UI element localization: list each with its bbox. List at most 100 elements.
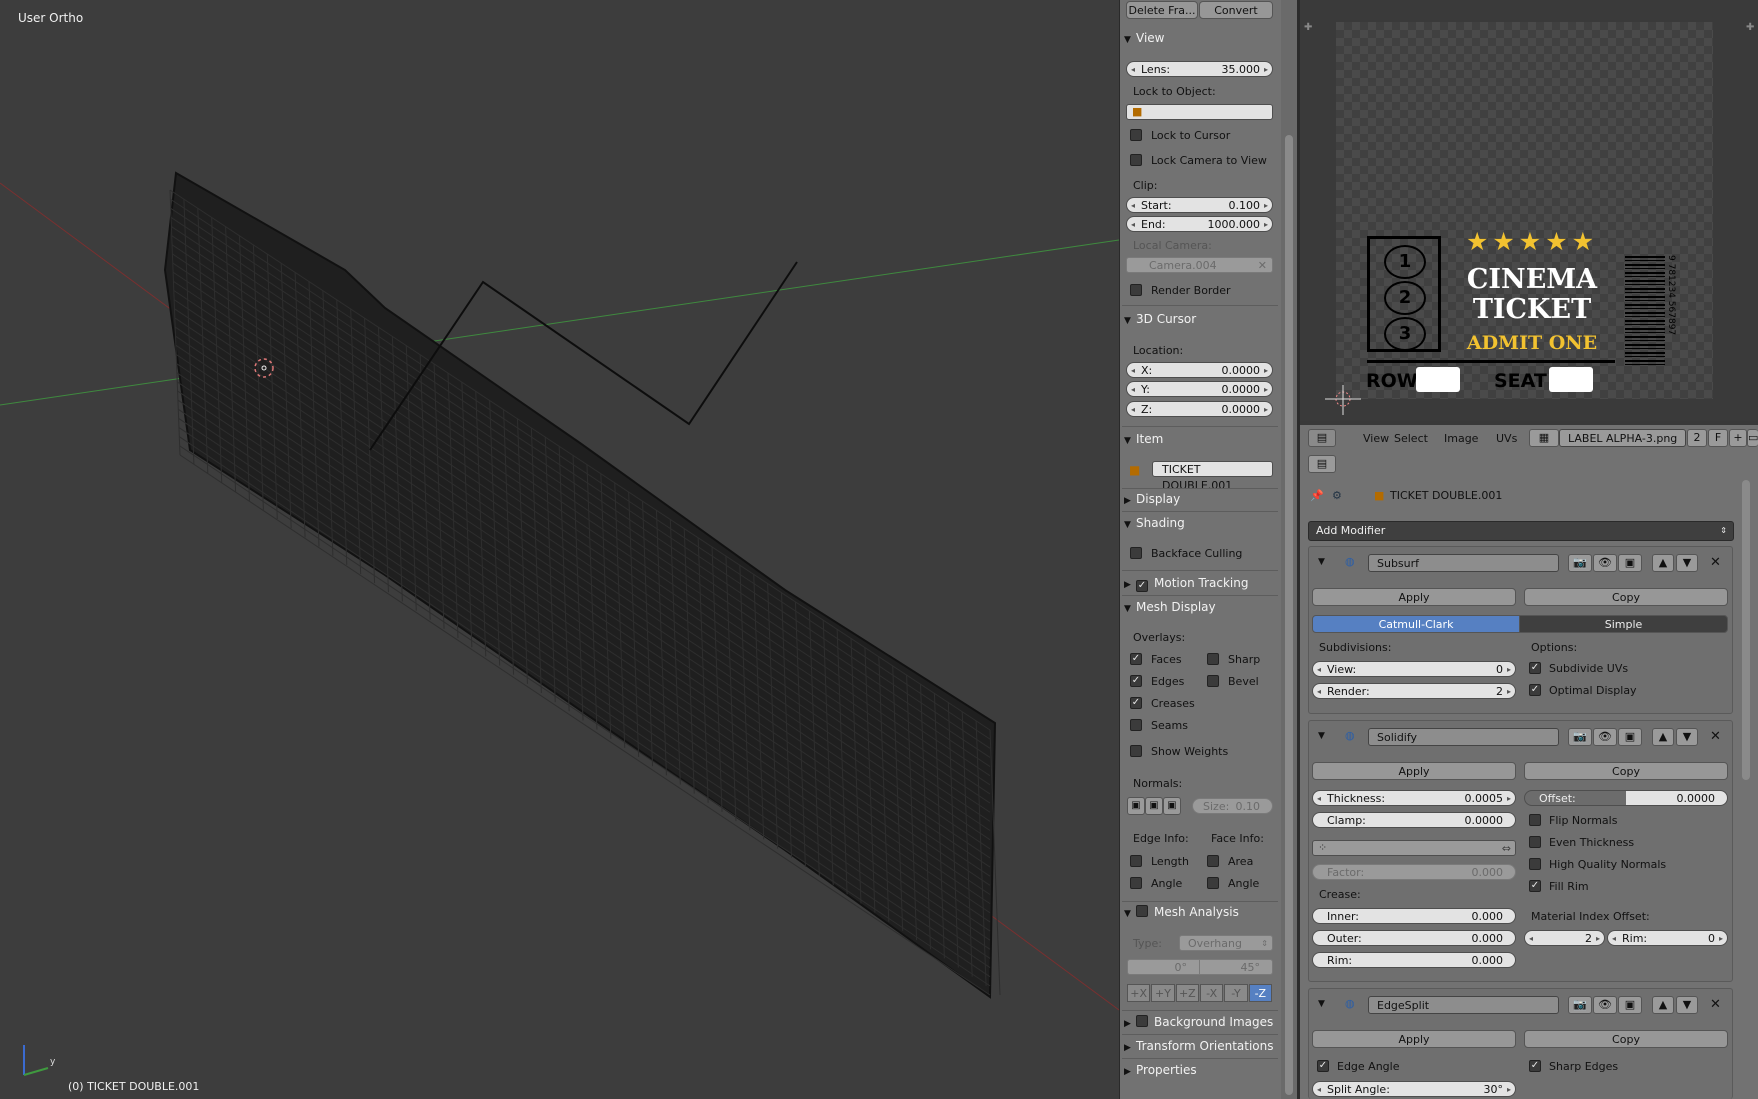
clear-icon[interactable]: ✕ bbox=[1258, 258, 1267, 274]
backface-culling-checkbox[interactable] bbox=[1130, 547, 1142, 559]
item-name-field[interactable]: TICKET DOUBLE.001 bbox=[1152, 461, 1273, 492]
axis-plusminus-x-button[interactable]: +X bbox=[1127, 984, 1151, 1002]
shelf-scroll-thumb[interactable] bbox=[1285, 135, 1293, 1095]
move-down-icon[interactable]: ▼ bbox=[1676, 996, 1698, 1014]
material-rim-offset-field[interactable]: ◂ Rim: 0 ▸ bbox=[1607, 930, 1728, 946]
menu-view[interactable]: View bbox=[1363, 432, 1389, 445]
edges-checkbox[interactable]: ✓ bbox=[1130, 675, 1142, 687]
show-weights-checkbox[interactable] bbox=[1130, 745, 1142, 757]
axis-plusminus-z-button[interactable]: +Z bbox=[1175, 984, 1199, 1002]
image-browse-icon[interactable]: ▦ bbox=[1529, 429, 1559, 447]
subsurf-view-field[interactable]: ◂ View: 0 ▸ bbox=[1312, 661, 1516, 677]
cursor-x-field[interactable]: ◂ X: 0.0000 ▸ bbox=[1126, 362, 1273, 378]
seams-checkbox[interactable] bbox=[1130, 719, 1142, 731]
editor-type-icon[interactable]: ▤ bbox=[1308, 455, 1336, 473]
edgesplit-apply-button[interactable]: Apply bbox=[1312, 1030, 1516, 1048]
face-normals-icon[interactable]: ▣ bbox=[1163, 797, 1181, 815]
lock-camera-checkbox[interactable] bbox=[1130, 154, 1142, 166]
clip-end-field[interactable]: ◂ End: 1000.000 ▸ bbox=[1126, 216, 1273, 232]
move-up-icon[interactable]: ▲ bbox=[1652, 728, 1674, 746]
outer-crease-field[interactable]: Outer: 0.000 bbox=[1312, 930, 1516, 946]
properties-scrollbar[interactable] bbox=[1742, 480, 1750, 780]
even-thickness-checkbox[interactable] bbox=[1529, 836, 1541, 848]
length-checkbox[interactable] bbox=[1130, 855, 1142, 867]
image-users-count[interactable]: 2 bbox=[1687, 429, 1707, 447]
cursor-z-field[interactable]: ◂ Z: 0.0000 ▸ bbox=[1126, 401, 1273, 417]
motion-tracking-header[interactable]: ▶ ✓ Motion Tracking bbox=[1124, 573, 1274, 593]
editmode-toggle-icon[interactable]: ▣ bbox=[1618, 996, 1642, 1014]
remove-modifier-icon[interactable]: ✕ bbox=[1710, 729, 1721, 744]
transform-orientations-header[interactable]: ▶ Transform Orientations bbox=[1124, 1036, 1274, 1056]
solidify-copy-button[interactable]: Copy bbox=[1524, 762, 1728, 780]
shading-panel-header[interactable]: ▼ Shading bbox=[1124, 513, 1274, 533]
edgesplit-copy-button[interactable]: Copy bbox=[1524, 1030, 1728, 1048]
factor-field[interactable]: Factor: 0.000 bbox=[1312, 864, 1516, 880]
image-name-field[interactable]: LABEL ALPHA-3.png bbox=[1559, 429, 1686, 447]
move-up-icon[interactable]: ▲ bbox=[1652, 996, 1674, 1014]
offset-slider[interactable]: Offset: 0.0000 bbox=[1524, 790, 1728, 806]
clamp-field[interactable]: Clamp: 0.0000 bbox=[1312, 812, 1516, 828]
lens-field[interactable]: ◂ Lens: 35.000 ▸ bbox=[1126, 61, 1273, 77]
creases-checkbox[interactable]: ✓ bbox=[1130, 697, 1142, 709]
new-image-icon[interactable]: + bbox=[1729, 429, 1747, 447]
view-panel-header[interactable]: ▼ View bbox=[1124, 28, 1274, 48]
local-camera-field[interactable]: Camera.004 ✕ bbox=[1126, 257, 1273, 273]
edge-angle-checkbox[interactable] bbox=[1130, 877, 1142, 889]
viewport-toggle-icon[interactable]: 👁 bbox=[1593, 728, 1617, 746]
subsurf-apply-button[interactable]: Apply bbox=[1312, 588, 1516, 606]
simple-tab[interactable]: Simple bbox=[1519, 615, 1728, 633]
collapse-triangle-icon[interactable]: ▼ bbox=[1318, 557, 1325, 567]
clip-start-field[interactable]: ◂ Start: 0.100 ▸ bbox=[1126, 197, 1273, 213]
edgesplit-name-field[interactable]: EdgeSplit bbox=[1368, 996, 1559, 1014]
analysis-type-dropdown[interactable]: Overhang ⇕ bbox=[1179, 935, 1273, 951]
convert-button[interactable]: Convert bbox=[1199, 1, 1273, 19]
display-panel-header[interactable]: ▶ Display bbox=[1124, 489, 1274, 509]
solidify-name-field[interactable]: Solidify bbox=[1368, 728, 1559, 746]
optimal-display-checkbox[interactable]: ✓ bbox=[1529, 684, 1541, 696]
faces-checkbox[interactable]: ✓ bbox=[1130, 653, 1142, 665]
shelf-scrollbar[interactable] bbox=[1281, 0, 1297, 1099]
fill-rim-checkbox[interactable]: ✓ bbox=[1529, 880, 1541, 892]
editor-type-icon[interactable]: ▤ bbox=[1308, 429, 1336, 447]
editmode-toggle-icon[interactable]: ▣ bbox=[1618, 554, 1642, 572]
remove-modifier-icon[interactable]: ✕ bbox=[1710, 555, 1721, 570]
lock-object-field[interactable]: ■ bbox=[1126, 104, 1273, 120]
subsurf-render-field[interactable]: ◂ Render: 2 ▸ bbox=[1312, 683, 1516, 699]
subsurf-name-field[interactable]: Subsurf bbox=[1368, 554, 1559, 572]
thickness-field[interactable]: ◂ Thickness: 0.0005 ▸ bbox=[1312, 790, 1516, 806]
move-up-icon[interactable]: ▲ bbox=[1652, 554, 1674, 572]
viewport-canvas[interactable] bbox=[0, 0, 1119, 1099]
vertex-normals-icon[interactable]: ▣ bbox=[1127, 797, 1145, 815]
axis-minus-z-button[interactable]: -Z bbox=[1248, 984, 1272, 1002]
catmull-clark-tab[interactable]: Catmull-Clark bbox=[1312, 615, 1520, 633]
face-angle-checkbox[interactable] bbox=[1207, 877, 1219, 889]
invert-icon[interactable]: ⇔ bbox=[1502, 841, 1511, 857]
axis-minus-y-button[interactable]: -Y bbox=[1224, 984, 1248, 1002]
mesh-analysis-checkbox[interactable] bbox=[1136, 905, 1148, 917]
high-quality-normals-checkbox[interactable] bbox=[1529, 858, 1541, 870]
lock-to-cursor-checkbox[interactable] bbox=[1130, 129, 1142, 141]
item-panel-header[interactable]: ▼ Item bbox=[1124, 429, 1274, 449]
render-toggle-icon[interactable]: 📷 bbox=[1568, 728, 1592, 746]
motion-tracking-checkbox[interactable]: ✓ bbox=[1136, 580, 1148, 592]
render-border-checkbox[interactable] bbox=[1130, 284, 1142, 296]
area-checkbox[interactable] bbox=[1207, 855, 1219, 867]
viewport-toggle-icon[interactable]: 👁 bbox=[1593, 996, 1617, 1014]
render-toggle-icon[interactable]: 📷 bbox=[1568, 554, 1592, 572]
axis-plusminus-y-button[interactable]: +Y bbox=[1151, 984, 1175, 1002]
mesh-display-header[interactable]: ▼ Mesh Display bbox=[1124, 597, 1274, 617]
cursor-panel-header[interactable]: ▼ 3D Cursor bbox=[1124, 309, 1274, 329]
edge-angle-checkbox[interactable]: ✓ bbox=[1317, 1060, 1329, 1072]
collapse-triangle-icon[interactable]: ▼ bbox=[1318, 731, 1325, 741]
delete-frame-button[interactable]: Delete Fra... bbox=[1126, 1, 1198, 19]
material-offset-field[interactable]: ◂ 2 ▸ bbox=[1524, 930, 1605, 946]
rim-crease-field[interactable]: Rim: 0.000 bbox=[1312, 952, 1516, 968]
vertex-group-field[interactable]: ⁘ ⇔ bbox=[1312, 840, 1516, 856]
add-modifier-dropdown[interactable]: Add Modifier ⇕ bbox=[1308, 521, 1734, 541]
fake-user-button[interactable]: F bbox=[1708, 429, 1728, 447]
inner-crease-field[interactable]: Inner: 0.000 bbox=[1312, 908, 1516, 924]
menu-uvs[interactable]: UVs bbox=[1496, 432, 1517, 445]
background-images-checkbox[interactable] bbox=[1136, 1015, 1148, 1027]
move-down-icon[interactable]: ▼ bbox=[1676, 554, 1698, 572]
split-angle-field[interactable]: ◂ Split Angle: 30° ▸ bbox=[1312, 1081, 1516, 1097]
